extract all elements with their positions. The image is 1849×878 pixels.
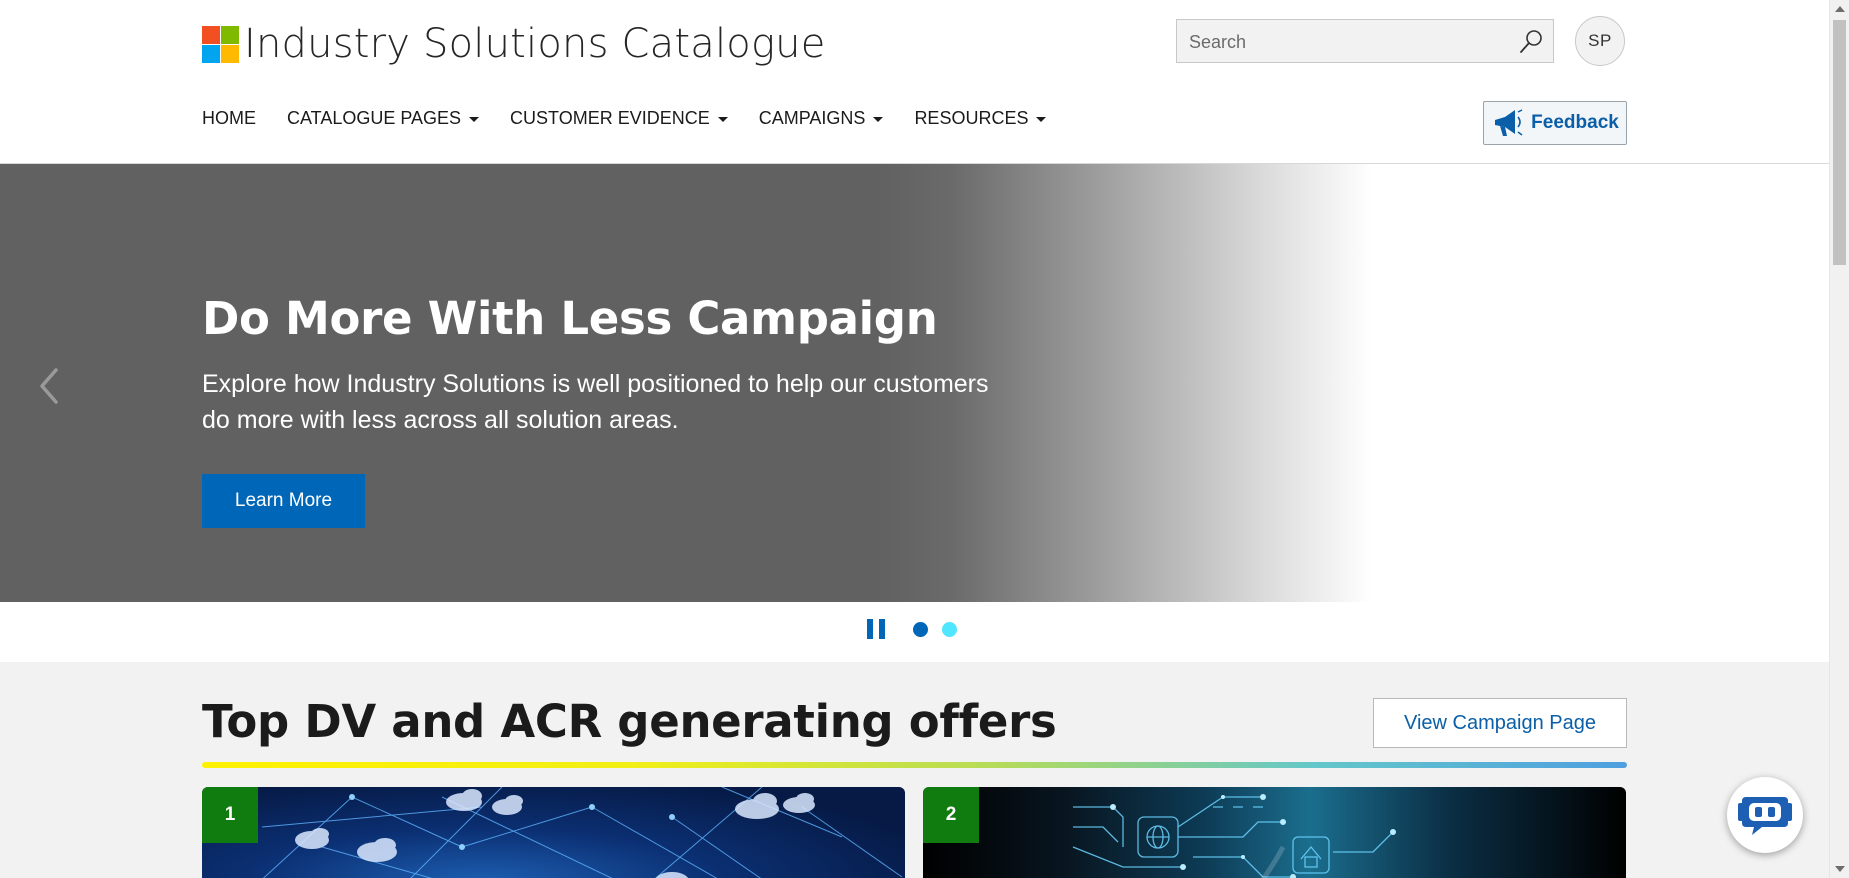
scroll-up-icon[interactable]	[1835, 6, 1845, 12]
learn-more-button[interactable]: Learn More	[202, 474, 365, 528]
circuit-board-image	[1072, 794, 1396, 878]
nav-item-resources[interactable]: RESOURCES	[914, 107, 1047, 129]
rank-badge: 2	[923, 787, 979, 843]
caret-down-icon	[469, 116, 480, 122]
pause-bar	[879, 619, 885, 639]
scroll-thumb[interactable]	[1833, 20, 1846, 265]
section-title: Top DV and ACR generating offers	[202, 695, 1057, 748]
search-icon[interactable]	[1517, 28, 1545, 56]
nav-item-home[interactable]: HOME	[202, 108, 256, 129]
carousel-controls	[867, 619, 957, 639]
chatbot-icon	[1738, 797, 1792, 835]
logo-yellow-square	[221, 44, 239, 63]
nav-item-label: CUSTOMER EVIDENCE	[510, 107, 710, 128]
feedback-label: Feedback	[1531, 112, 1619, 133]
carousel-dot-1[interactable]	[913, 621, 928, 637]
gradient-divider	[202, 762, 1627, 768]
hero-description: Explore how Industry Solutions is well p…	[202, 370, 989, 434]
offer-card-1[interactable]: 1	[202, 787, 905, 878]
brand[interactable]: Industry Solutions Catalogue	[202, 22, 826, 66]
nav-item-campaigns[interactable]: CAMPAIGNS	[759, 108, 884, 129]
feedback-button[interactable]: Feedback	[1483, 101, 1627, 145]
chatbot-button[interactable]	[1727, 777, 1803, 853]
nav-item-label: RESOURCES	[914, 107, 1029, 128]
nav-item-catalogue-pages[interactable]: CATALOGUE PAGES	[287, 107, 480, 129]
logo-green-square	[221, 25, 239, 44]
scroll-down-icon[interactable]	[1835, 866, 1845, 872]
hero-carousel: Do More With Less Campaign Explore how I…	[0, 164, 1829, 602]
caret-down-icon	[873, 116, 884, 122]
nav-item-label: CATALOGUE PAGES	[287, 107, 462, 128]
offer-card-2[interactable]: 2	[923, 787, 1626, 878]
search-box	[1176, 19, 1554, 64]
nav-item-customer-evidence[interactable]: CUSTOMER EVIDENCE	[510, 108, 728, 129]
nav-item-label: HOME	[202, 107, 256, 128]
cloud-network-image	[261, 787, 903, 878]
caret-down-icon	[1036, 116, 1047, 122]
avatar[interactable]: SP	[1575, 16, 1625, 66]
view-campaign-page-button[interactable]: View Campaign Page	[1373, 698, 1627, 748]
pause-icon[interactable]	[867, 619, 885, 639]
logo-red-square	[202, 25, 220, 44]
page-scrollbar[interactable]	[1829, 0, 1849, 878]
nav-item-label: CAMPAIGNS	[758, 107, 866, 128]
hero-title: Do More With Less Campaign	[202, 292, 938, 345]
offers-section: Top DV and ACR generating offers View Ca…	[0, 662, 1829, 878]
chevron-left-icon[interactable]	[34, 364, 64, 408]
rank-badge: 1	[202, 787, 258, 843]
carousel-dot-2[interactable]	[942, 621, 957, 637]
site-title: Industry Solutions Catalogue	[244, 21, 826, 67]
main-nav: HOME CATALOGUE PAGES CUSTOMER EVIDENCE C…	[202, 106, 1077, 130]
search-input[interactable]	[1187, 20, 1511, 64]
megaphone-icon	[1495, 109, 1523, 136]
page: Industry Solutions Catalogue SP HOME CAT…	[0, 0, 1829, 878]
logo-blue-square	[202, 44, 220, 63]
site-header: Industry Solutions Catalogue SP HOME CAT…	[0, 0, 1829, 164]
microsoft-logo-icon	[202, 25, 239, 63]
caret-down-icon	[717, 116, 728, 122]
pause-bar	[867, 619, 873, 639]
